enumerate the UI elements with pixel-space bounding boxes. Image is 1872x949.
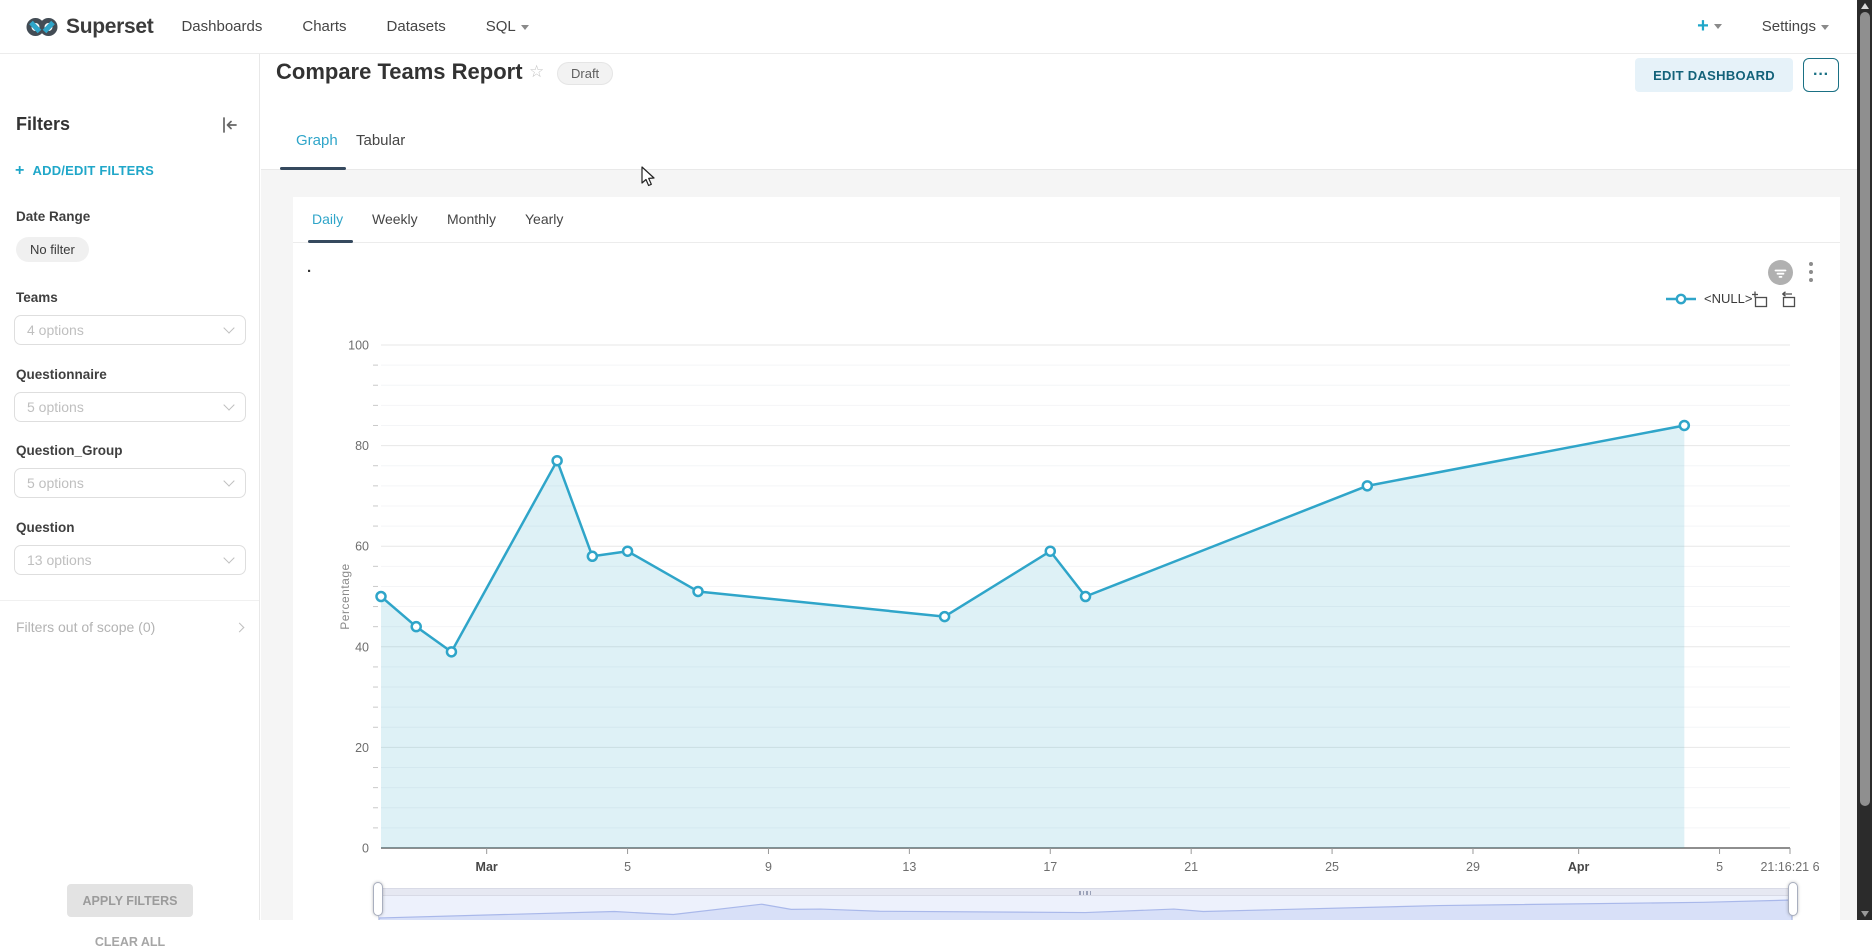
filters-title: Filters	[16, 114, 70, 135]
clear-all-button[interactable]: CLEAR ALL	[0, 935, 260, 949]
nav-charts[interactable]: Charts	[302, 18, 346, 35]
chevron-right-icon	[235, 622, 245, 632]
favorite-star-icon[interactable]: ☆	[529, 62, 544, 82]
apply-filters-button[interactable]: APPLY FILTERS	[67, 884, 193, 917]
chevron-down-icon	[521, 25, 529, 30]
plus-icon: +	[15, 162, 25, 179]
line-chart[interactable]: 0 20 40 60 80 100 Mar 5 9 13 17 21 25 29 Apr 5 21:16:21 …	[293, 197, 1840, 920]
filter-label-question: Question	[16, 520, 75, 535]
status-badge: Draft	[557, 62, 613, 85]
page-title: Compare Teams Report	[276, 59, 523, 85]
dashboard-main: Compare Teams Report ☆ Draft EDIT DASHBO…	[261, 54, 1857, 920]
chevron-down-icon	[223, 399, 234, 410]
svg-text:60: 60	[355, 540, 369, 554]
question-group-select[interactable]: 5 options	[14, 468, 246, 498]
slider-mini-chart	[379, 896, 1792, 920]
superset-logo[interactable]: Superset	[26, 15, 153, 39]
svg-text:Mar: Mar	[476, 860, 498, 874]
add-edit-filters-button[interactable]: +ADD/EDIT FILTERS	[15, 162, 154, 180]
slider-track[interactable]	[378, 896, 1793, 920]
collapse-left-icon	[220, 115, 240, 135]
svg-text:0: 0	[362, 842, 369, 856]
active-tab-indicator	[280, 167, 346, 170]
more-options-button[interactable]: ···	[1803, 58, 1839, 92]
chevron-down-icon	[223, 552, 234, 563]
filters-out-of-scope-row[interactable]: Filters out of scope (0)	[0, 600, 259, 635]
svg-text:80: 80	[355, 439, 369, 453]
svg-text:20: 20	[355, 741, 369, 755]
svg-text:21: 21	[1184, 860, 1198, 874]
question-select[interactable]: 13 options	[14, 545, 246, 575]
nav-dashboards[interactable]: Dashboards	[181, 18, 262, 35]
nav-sql[interactable]: SQL	[486, 18, 529, 35]
tab-tabular[interactable]: Tabular	[356, 132, 405, 149]
filter-label-teams: Teams	[16, 290, 58, 305]
tab-graph[interactable]: Graph	[296, 132, 338, 149]
edit-dashboard-button[interactable]: EDIT DASHBOARD	[1635, 58, 1793, 92]
superset-infinity-icon	[26, 15, 58, 39]
teams-select[interactable]: 4 options	[14, 315, 246, 345]
brand-name: Superset	[66, 15, 153, 39]
scroll-down-icon[interactable]	[1861, 911, 1869, 917]
page-scrollbar	[1857, 0, 1872, 920]
svg-text:9: 9	[765, 860, 772, 874]
svg-text:29: 29	[1466, 860, 1480, 874]
svg-text:40: 40	[355, 640, 369, 654]
collapse-sidebar-button[interactable]	[220, 115, 240, 135]
date-range-chip[interactable]: No filter	[16, 237, 89, 262]
date-range-label: Date Range	[16, 209, 90, 224]
time-range-slider	[378, 888, 1793, 920]
svg-text:Apr: Apr	[1568, 860, 1590, 874]
nav-right: + Settings	[1697, 15, 1829, 38]
svg-text:13: 13	[902, 860, 916, 874]
svg-text:17: 17	[1043, 860, 1057, 874]
nav-datasets[interactable]: Datasets	[387, 18, 446, 35]
chart-card: Daily Weekly Monthly Yearly . <NULL>	[293, 197, 1840, 920]
new-item-button[interactable]: +	[1697, 15, 1722, 38]
chevron-down-icon	[1714, 24, 1722, 29]
svg-text:100: 100	[348, 339, 369, 353]
slider-grip-icon	[1079, 891, 1091, 895]
svg-text:5: 5	[1716, 860, 1723, 874]
view-tabs: Graph Tabular	[261, 116, 1857, 170]
nav-menu: Dashboards Charts Datasets SQL	[181, 18, 528, 35]
chevron-down-icon	[1821, 25, 1829, 30]
questionnaire-select[interactable]: 5 options	[14, 392, 246, 422]
chevron-down-icon	[223, 475, 234, 486]
settings-menu[interactable]: Settings	[1762, 18, 1829, 35]
slider-handle-right[interactable]	[1788, 882, 1798, 916]
svg-text:Percentage: Percentage	[338, 563, 352, 629]
slider-handle-left[interactable]	[373, 882, 383, 916]
top-nav: Superset Dashboards Charts Datasets SQL …	[0, 0, 1857, 54]
scroll-up-icon[interactable]	[1861, 3, 1869, 9]
chevron-down-icon	[223, 322, 234, 333]
slider-drag-bar[interactable]	[378, 888, 1793, 896]
svg-text:21:16:21 6: 21:16:21 6	[1760, 860, 1819, 874]
filter-label-question-group: Question_Group	[16, 443, 123, 458]
filter-label-questionnaire: Questionnaire	[16, 367, 107, 382]
scrollbar-thumb[interactable]	[1860, 12, 1870, 806]
svg-text:25: 25	[1325, 860, 1339, 874]
filters-sidebar: Filters +ADD/EDIT FILTERS Date Range No …	[0, 54, 260, 920]
svg-text:5: 5	[624, 860, 631, 874]
